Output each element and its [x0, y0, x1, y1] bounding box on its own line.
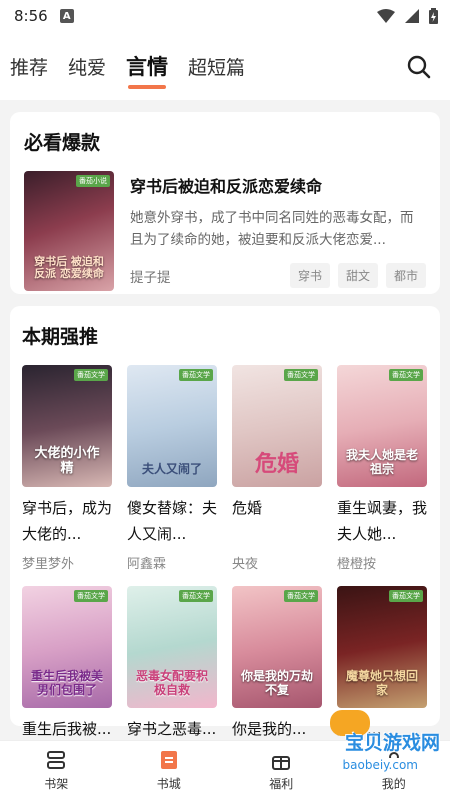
cover-badge: 番茄文学 [389, 369, 423, 381]
search-icon[interactable] [406, 54, 432, 80]
book-item[interactable]: 番茄文学 危婚 危婚 央夜 [232, 365, 322, 586]
book-title: 穿书之恶毒... [127, 720, 217, 738]
cover-badge: 番茄文学 [74, 590, 108, 602]
watermark-url: baobeiy.com [338, 758, 422, 772]
gift-icon [272, 756, 291, 770]
book-cover[interactable]: 番茄小说 穿书后 被迫和反派 恋爱续命 [24, 171, 114, 291]
cover-badge: 番茄小说 [76, 175, 110, 187]
book-author: 阿鑫霖 [127, 557, 167, 572]
cover-badge: 番茄文学 [389, 590, 423, 602]
wifi-icon [377, 9, 395, 23]
book-item[interactable]: 番茄文学 我夫人她是老祖宗 重生飒妻，我夫人她... 橙橙按 [337, 365, 427, 586]
book-item[interactable]: 番茄文学 大佬的小作精 穿书后，成为大佬的... 梦里梦外 [22, 365, 112, 586]
book-meta: 提子提 穿书 甜文 都市 [130, 263, 426, 288]
featured-book-info: 穿书后被迫和反派恋爱续命 她意外穿书，成了书中同名同姓的恶毒女配，而且为了续命的… [130, 171, 426, 291]
nav-label: 书城 [156, 777, 181, 791]
cover-title-art: 夫人又闹了 [141, 462, 202, 477]
tab-label: 纯爱 [68, 56, 107, 79]
book-author: 央夜 [232, 557, 259, 572]
cover-badge: 番茄文学 [74, 369, 108, 381]
watermark-text: 宝贝游戏网 [344, 732, 440, 754]
book-author: 梦里梦外 [22, 557, 75, 572]
book-title: 傻女替嫁：夫人又闹... [127, 499, 217, 543]
book-author: 提子提 [130, 269, 171, 286]
cover-title-art: 我夫人她是老祖宗 [345, 448, 418, 477]
nav-bookstore[interactable]: 书城 [113, 741, 226, 800]
cover-title-art: 恶毒女配要积极自救 [135, 669, 208, 698]
book-cover[interactable]: 番茄文学 我夫人她是老祖宗 [337, 365, 427, 487]
status-time: 8:56 [14, 7, 48, 25]
book-grid: 番茄文学 大佬的小作精 穿书后，成为大佬的... 梦里梦外 番茄文学 夫人又闹了… [22, 365, 428, 740]
cover-badge: 番茄文学 [179, 369, 213, 381]
signal-icon [405, 9, 419, 23]
cover-title-art: 大佬的小作精 [34, 446, 100, 477]
status-icons [377, 8, 438, 24]
site-watermark: 宝贝游戏网 baobeiy.com [324, 710, 444, 780]
tab-recommend[interactable]: 推荐 [10, 53, 48, 80]
cover-badge: 番茄文学 [179, 590, 213, 602]
cover-title-art: 魔尊她只想回家 [345, 669, 418, 698]
book-item[interactable]: 番茄文学 重生后我被美男们包围了 重生后我被... [22, 586, 112, 740]
tab-label: 言情 [126, 55, 169, 79]
book-cover[interactable]: 番茄文学 恶毒女配要积极自救 [127, 586, 217, 708]
tab-short-stories[interactable]: 超短篇 [188, 53, 245, 80]
tag[interactable]: 甜文 [337, 263, 378, 288]
book-cover[interactable]: 番茄文学 危婚 [232, 365, 322, 487]
book-cover[interactable]: 番茄文学 夫人又闹了 [127, 365, 217, 487]
book-title: 你是我的... [232, 720, 307, 738]
bookshelf-icon [47, 751, 66, 769]
book-tags: 穿书 甜文 都市 [289, 263, 426, 288]
weekly-recommend-section: 本期强推 番茄文学 大佬的小作精 穿书后，成为大佬的... 梦里梦外 番茄文学 … [10, 306, 440, 738]
cover-title-art: 穿书后 被迫和反派 恋爱续命 [34, 254, 104, 281]
cover-title-art: 危婚 [254, 451, 299, 477]
book-cover[interactable]: 番茄文学 重生后我被美男们包围了 [22, 586, 112, 708]
book-cover[interactable]: 番茄文学 大佬的小作精 [22, 365, 112, 487]
cover-title-art: 重生后我被美男们包围了 [30, 669, 103, 698]
notification-a-icon: A [59, 9, 74, 23]
cover-title-art: 你是我的万劫不复 [240, 669, 313, 698]
book-description: 她意外穿书，成了书中同名同姓的恶毒女配，而且为了续命的她，被迫要和反派大佬恋爱.… [130, 210, 414, 248]
must-read-section: 必看爆款 番茄小说 穿书后 被迫和反派 恋爱续命 穿书后被迫和反派恋爱续命 她意… [10, 112, 440, 294]
nav-label: 福利 [269, 777, 294, 791]
tag[interactable]: 穿书 [289, 263, 330, 288]
tag[interactable]: 都市 [385, 263, 426, 288]
tab-pure-love[interactable]: 纯爱 [68, 53, 106, 80]
bookstore-icon [160, 751, 177, 769]
nav-welfare[interactable]: 福利 [225, 741, 338, 800]
book-title[interactable]: 穿书后被迫和反派恋爱续命 [130, 173, 426, 197]
cover-badge: 番茄文学 [284, 369, 318, 381]
book-title: 重生飒妻，我夫人她... [337, 499, 427, 543]
main-content[interactable]: 必看爆款 番茄小说 穿书后 被迫和反派 恋爱续命 穿书后被迫和反派恋爱续命 她意… [0, 100, 450, 740]
book-title: 重生后我被... [22, 720, 112, 738]
featured-book[interactable]: 番茄小说 穿书后 被迫和反派 恋爱续命 穿书后被迫和反派恋爱续命 她意外穿书，成… [24, 171, 426, 291]
book-cover[interactable]: 番茄文学 你是我的万劫不复 [232, 586, 322, 708]
book-author: 橙橙按 [337, 557, 377, 572]
battery-icon [429, 8, 438, 24]
category-tabs: 推荐 纯爱 言情 超短篇 [0, 32, 450, 100]
tab-label: 超短篇 [188, 56, 246, 79]
active-tab-indicator [128, 85, 167, 89]
book-title: 危婚 [232, 499, 263, 517]
book-item[interactable]: 番茄文学 你是我的万劫不复 你是我的... [232, 586, 322, 740]
cover-badge: 番茄文学 [284, 590, 318, 602]
book-cover[interactable]: 番茄文学 魔尊她只想回家 [337, 586, 427, 708]
book-item[interactable]: 番茄文学 夫人又闹了 傻女替嫁：夫人又闹... 阿鑫霖 [127, 365, 217, 586]
book-item[interactable]: 番茄文学 恶毒女配要积极自救 穿书之恶毒... [127, 586, 217, 740]
tab-romance[interactable]: 言情 [126, 51, 169, 89]
nav-label: 书架 [44, 777, 69, 791]
book-title: 穿书后，成为大佬的... [22, 499, 112, 543]
nav-bookshelf[interactable]: 书架 [0, 741, 113, 800]
section-title: 必看爆款 [24, 132, 101, 154]
tab-label: 推荐 [10, 56, 49, 79]
status-bar: 8:56 A [0, 0, 450, 32]
section-title: 本期强推 [22, 326, 99, 348]
